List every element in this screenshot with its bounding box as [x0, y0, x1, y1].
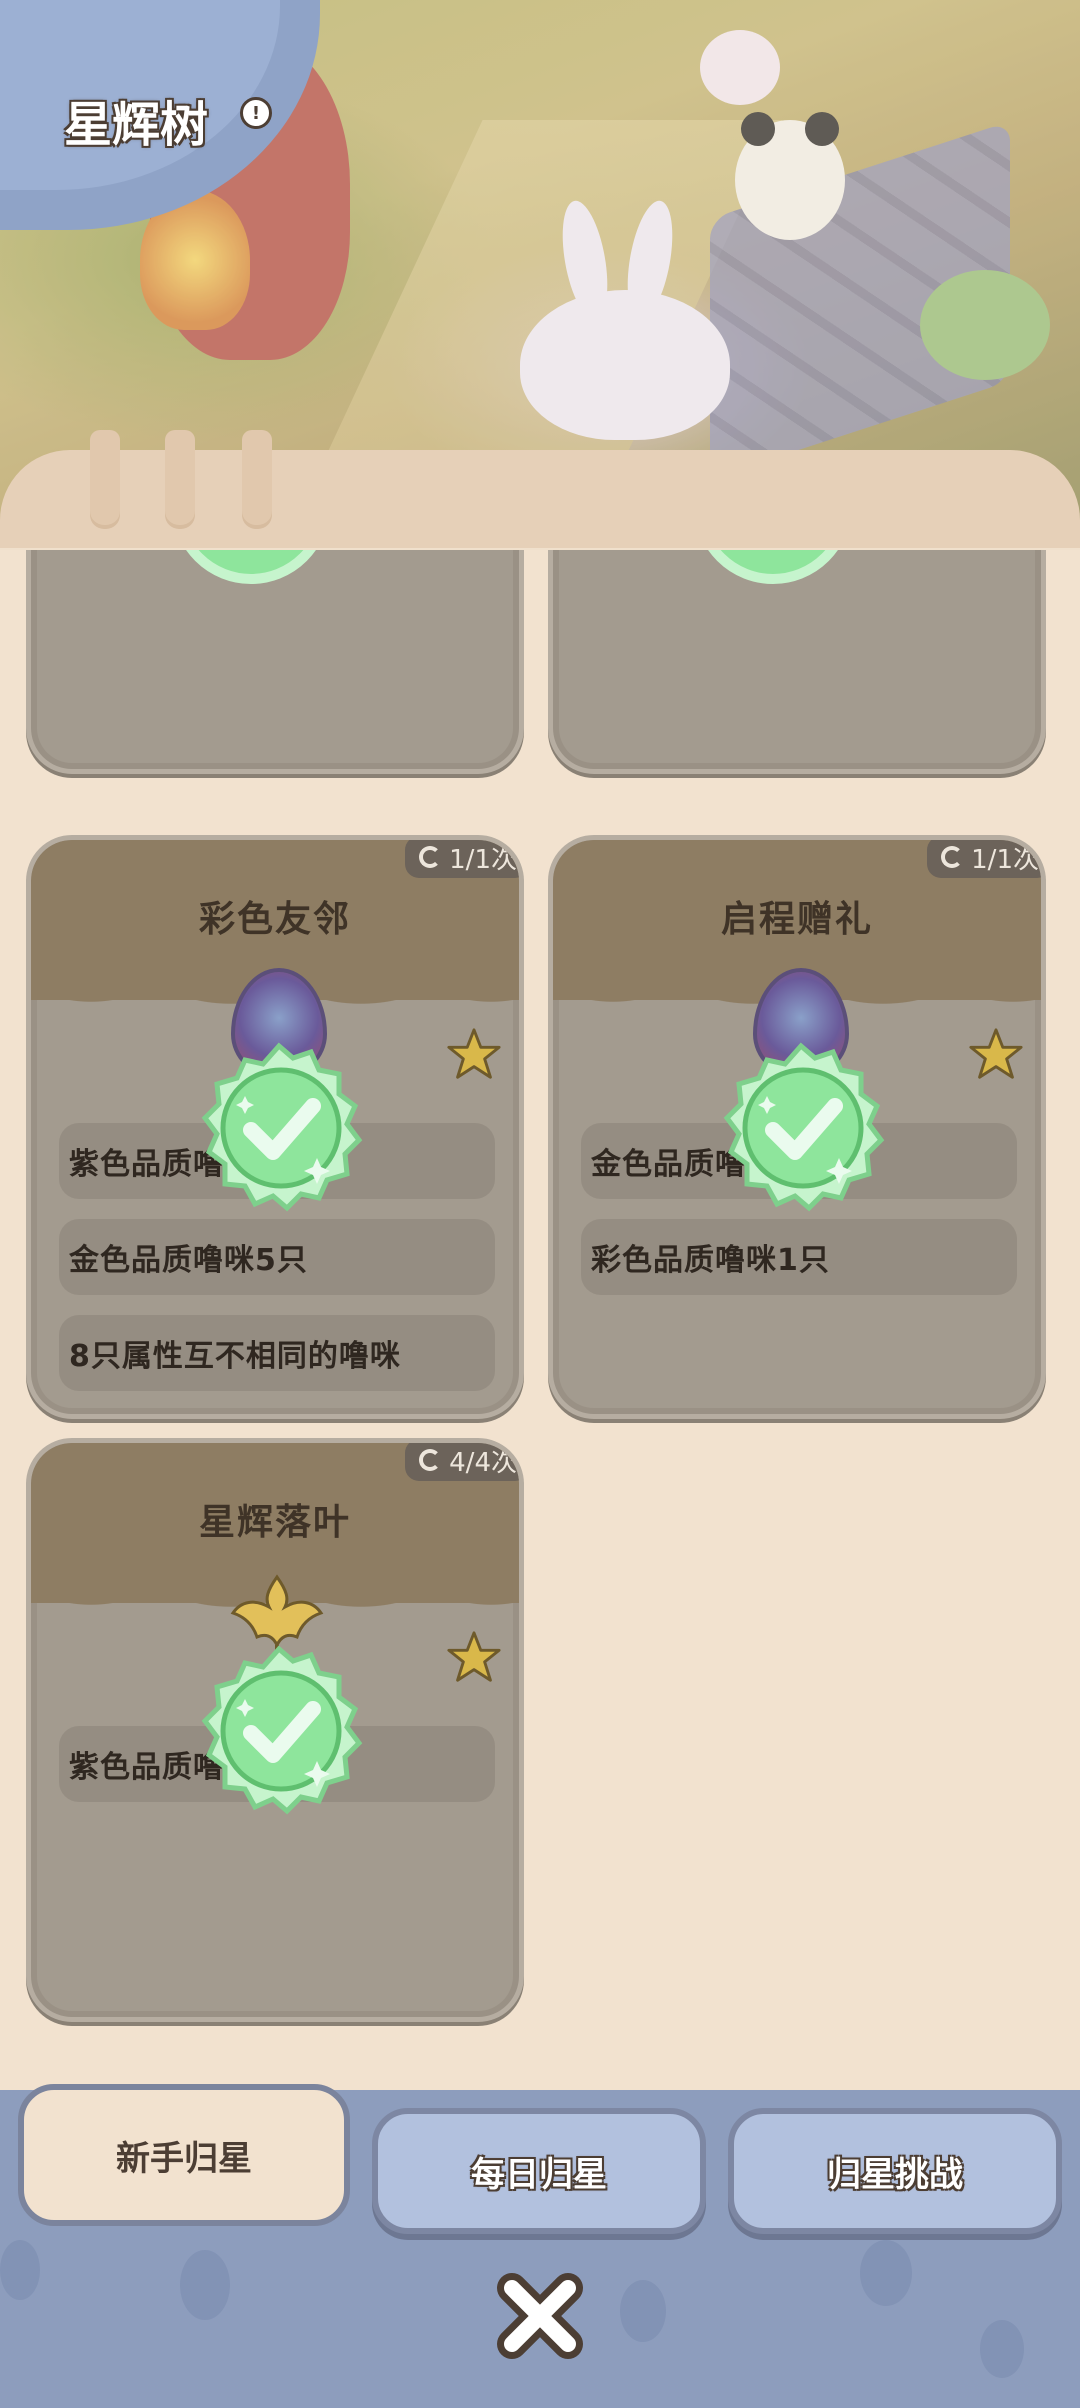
panel-peg: [90, 430, 120, 525]
refresh-icon: [941, 846, 964, 868]
panel-header: [0, 430, 1080, 550]
completed-check-icon: [186, 550, 316, 584]
requirement-item: 金色品质噜咪5只: [59, 1219, 495, 1295]
tab-challenge[interactable]: 归星挑战: [728, 2108, 1062, 2234]
close-icon[interactable]: [494, 2270, 586, 2362]
panel-peg: [242, 430, 272, 525]
refresh-icon: [419, 846, 442, 868]
requirement-item: 8只属性互不相同的噜咪: [59, 1315, 495, 1391]
requirement-item: 彩色品质噜咪1只: [581, 1219, 1017, 1295]
help-icon[interactable]: !: [240, 97, 272, 129]
star-icon: [969, 1028, 1023, 1079]
tab-daily[interactable]: 每日归星: [372, 2108, 706, 2234]
refresh-count-badge: 1/1次: [927, 840, 1041, 878]
task-panel: 彩色友邻 1 紫色品质噜咪5只 金色品质噜咪5只 8只属性互不相同的噜咪 1/1…: [0, 430, 1080, 2110]
completed-check-icon: [723, 1042, 885, 1212]
task-list[interactable]: 彩色友邻 1 紫色品质噜咪5只 金色品质噜咪5只 8只属性互不相同的噜咪 1/1…: [0, 550, 1080, 2110]
panel-peg: [165, 430, 195, 525]
task-title: 星辉落叶: [198, 1502, 351, 1543]
completed-check-icon: [708, 550, 838, 584]
task-card-partial: [548, 550, 1046, 774]
completed-check-icon: [201, 1042, 363, 1212]
tab-newbie[interactable]: 新手归星: [18, 2084, 350, 2226]
task-card[interactable]: 启程赠礼 1 金色品质噜咪6只 彩色品质噜咪1只 1/1次: [548, 835, 1046, 1419]
task-title: 启程赠礼: [720, 899, 873, 940]
task-card[interactable]: 星辉落叶 50 紫色品质噜咪1只 4/4次: [26, 1438, 524, 2022]
task-card[interactable]: 彩色友邻 1 紫色品质噜咪5只 金色品质噜咪5只 8只属性互不相同的噜咪 1/1…: [26, 835, 524, 1419]
refresh-count-badge: 1/1次: [405, 840, 519, 878]
page-title: 星辉树: [64, 97, 209, 153]
star-icon: [447, 1631, 501, 1682]
completed-check-icon: [201, 1645, 363, 1815]
bottom-tab-bar: 新手归星 每日归星 归星挑战: [0, 2084, 1080, 2408]
task-card-partial: [26, 550, 524, 774]
refresh-icon: [419, 1449, 442, 1471]
task-title: 彩色友邻: [198, 899, 351, 940]
star-icon: [447, 1028, 501, 1079]
refresh-count-badge: 4/4次: [405, 1443, 519, 1481]
